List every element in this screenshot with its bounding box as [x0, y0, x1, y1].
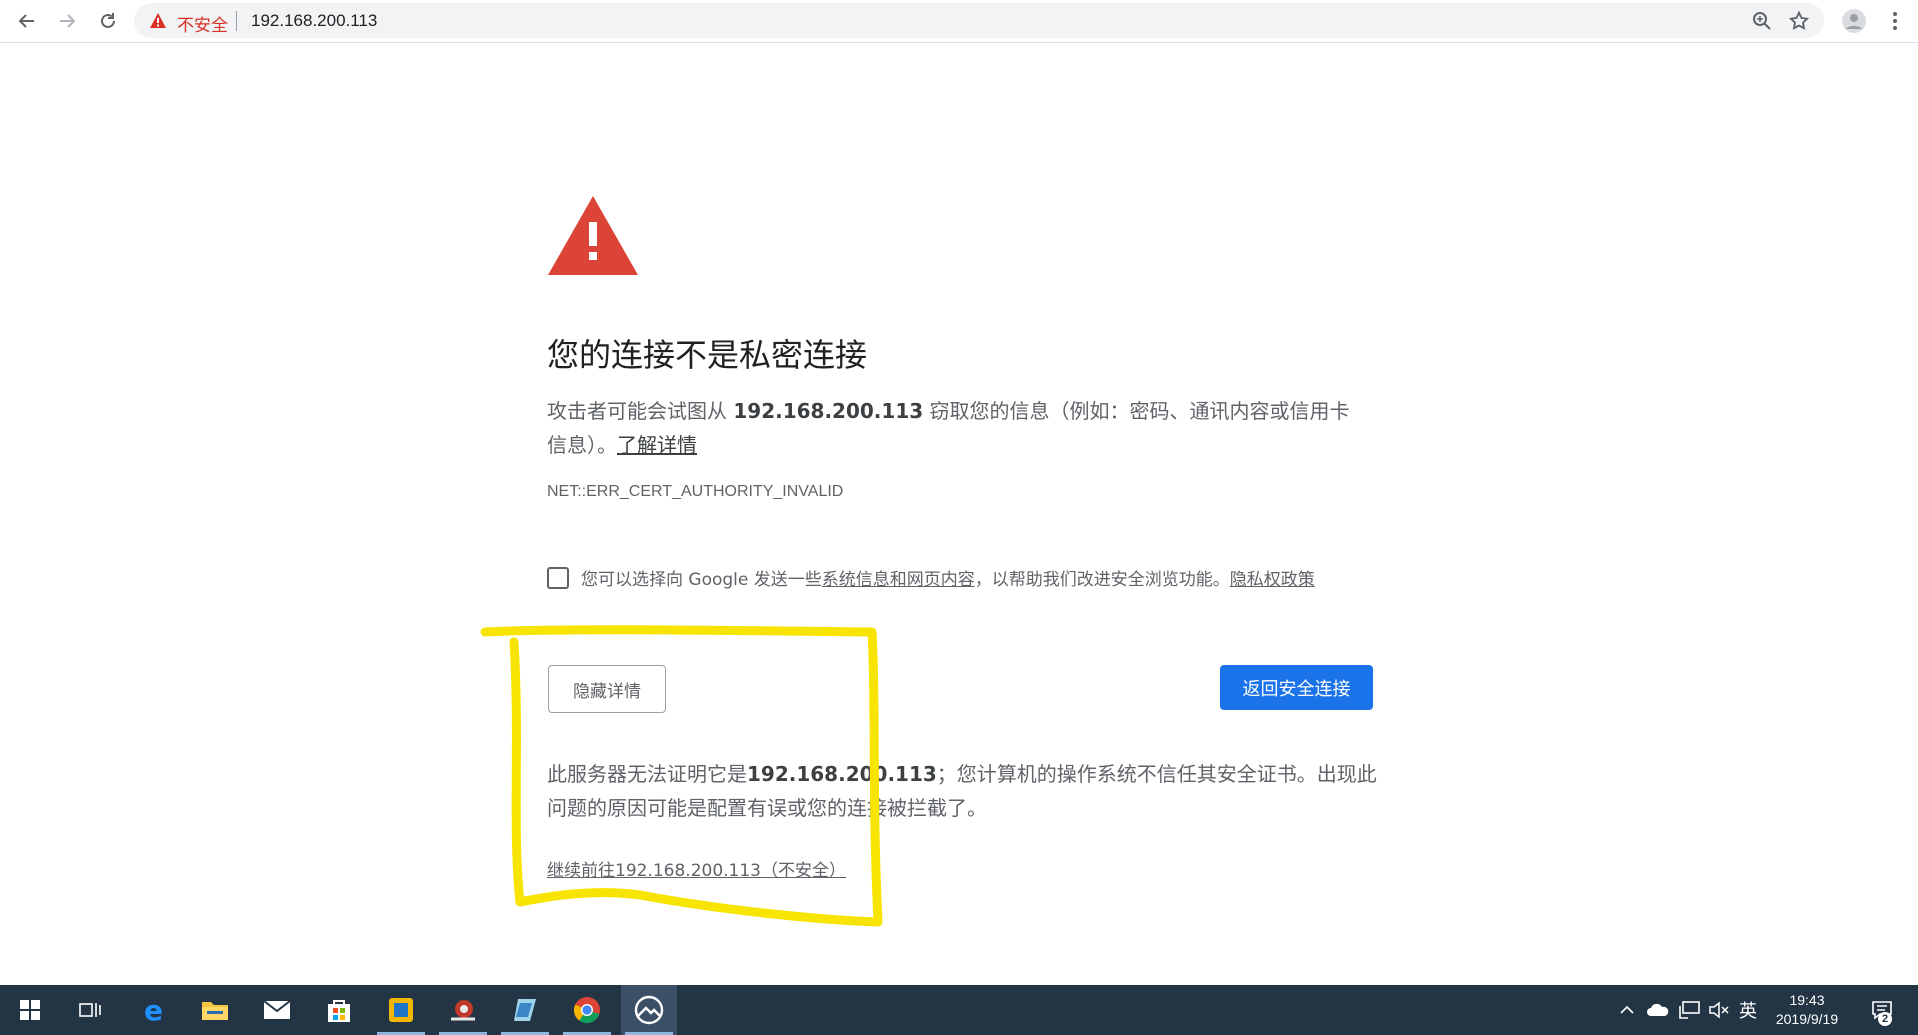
yellow-window-icon — [389, 998, 413, 1022]
explanation-prefix: 攻击者可能会试图从 — [547, 399, 734, 423]
profile-button[interactable] — [1839, 6, 1869, 36]
details-prefix: 此服务器无法证明它是 — [547, 762, 747, 786]
details-paragraph: 此服务器无法证明它是192.168.200.113；您计算机的操作系统不信任其安… — [547, 757, 1377, 825]
system-clock[interactable]: 19:43 2019/9/19 — [1762, 991, 1852, 1029]
browser-toolbar: 不安全 192.168.200.113 — [0, 0, 1918, 43]
mail-app[interactable] — [249, 985, 305, 1035]
windows-logo-icon — [20, 1000, 40, 1020]
hide-details-button[interactable]: 隐藏详情 — [548, 665, 666, 713]
learn-more-link[interactable]: 了解详情 — [617, 433, 697, 457]
not-secure-label[interactable]: 不安全 — [177, 11, 228, 36]
avatar-icon — [1842, 9, 1866, 33]
start-button[interactable] — [2, 985, 58, 1035]
forward-button[interactable] — [52, 6, 82, 36]
privacy-policy-link[interactable]: 隐私权政策 — [1230, 565, 1315, 590]
explanation-host: 192.168.200.113 — [733, 399, 924, 423]
page-title: 您的连接不是私密连接 — [547, 336, 868, 374]
more-vert-icon — [1893, 12, 1897, 30]
landscape-circle-icon — [634, 995, 664, 1025]
details-host: 192.168.200.113 — [747, 762, 937, 786]
menu-button[interactable] — [1880, 6, 1910, 36]
store-app[interactable] — [311, 985, 367, 1035]
ime-indicator[interactable]: 英 — [1735, 985, 1761, 1035]
pen-icon — [514, 999, 536, 1021]
optin-text-middle: ，以帮助我们改进安全浏览功能。 — [974, 570, 1230, 590]
edge-icon: e — [144, 997, 163, 1023]
security-warning-icon — [548, 196, 638, 275]
optin-text-prefix: 您可以选择向 Google 发送一些 — [581, 570, 822, 590]
zoom-icon[interactable] — [1752, 11, 1772, 31]
back-arrow-icon — [18, 14, 34, 28]
safe-browsing-optin: 您可以选择向 Google 发送一些 系统信息和网页内容 ，以帮助我们改进安全浏览功… — [547, 565, 1315, 590]
system-info-link[interactable]: 系统信息和网页内容 — [822, 565, 975, 590]
speaker-muted-icon — [1709, 1001, 1729, 1019]
error-code: NET::ERR_CERT_AUTHORITY_INVALID — [547, 483, 844, 500]
mail-icon — [263, 1000, 291, 1019]
file-explorer-app[interactable] — [187, 985, 243, 1035]
network-icon — [1679, 1001, 1700, 1019]
onedrive-tray[interactable] — [1644, 985, 1672, 1035]
store-bag-icon — [328, 1000, 350, 1022]
reload-icon — [101, 13, 115, 28]
show-hidden-icons[interactable] — [1615, 985, 1639, 1035]
pen-app[interactable] — [497, 985, 553, 1035]
chrome-icon — [573, 997, 600, 1024]
folder-icon — [202, 1002, 228, 1020]
bookmark-star-icon[interactable] — [1788, 10, 1810, 32]
address-bar[interactable]: 不安全 192.168.200.113 — [134, 3, 1824, 38]
clock-time: 19:43 — [1789, 992, 1825, 1008]
notification-count-badge: 2 — [1878, 1012, 1892, 1026]
cloud-icon — [1647, 1003, 1669, 1016]
svg-text:e: e — [144, 997, 163, 1023]
task-view-button[interactable] — [62, 985, 118, 1035]
url-text[interactable]: 192.168.200.113 — [251, 11, 377, 31]
reload-button[interactable] — [93, 6, 123, 36]
warning-triangle-icon[interactable] — [150, 13, 166, 28]
clock-date: 2019/9/19 — [1775, 1011, 1839, 1027]
optin-checkbox[interactable] — [547, 566, 569, 589]
proceed-unsafe-link[interactable]: 继续前往192.168.200.113（不安全） — [547, 856, 846, 881]
windows-taskbar: e 英 19:43 2019/9/19 2 — [0, 985, 1918, 1035]
explanation-paragraph: 攻击者可能会试图从 192.168.200.113 窃取您的信息（例如：密码、通… — [547, 394, 1367, 462]
edge-app[interactable]: e — [126, 985, 182, 1035]
action-center-button[interactable] — [1862, 985, 1902, 1035]
snail-app[interactable] — [435, 985, 491, 1035]
yellow-app[interactable] — [373, 985, 429, 1035]
omnibox-separator — [236, 11, 237, 31]
chrome-app[interactable] — [559, 985, 615, 1035]
snail-icon — [451, 1000, 475, 1021]
back-button[interactable] — [12, 6, 42, 36]
network-tray[interactable] — [1676, 985, 1704, 1035]
task-view-icon — [79, 1003, 101, 1017]
back-to-safety-button[interactable]: 返回安全连接 — [1220, 665, 1373, 710]
volume-tray[interactable] — [1706, 985, 1732, 1035]
highlight-annotation — [480, 625, 883, 927]
forward-arrow-icon — [60, 14, 76, 28]
active-window-app[interactable] — [621, 985, 677, 1035]
chevron-up-icon — [1620, 1005, 1634, 1014]
